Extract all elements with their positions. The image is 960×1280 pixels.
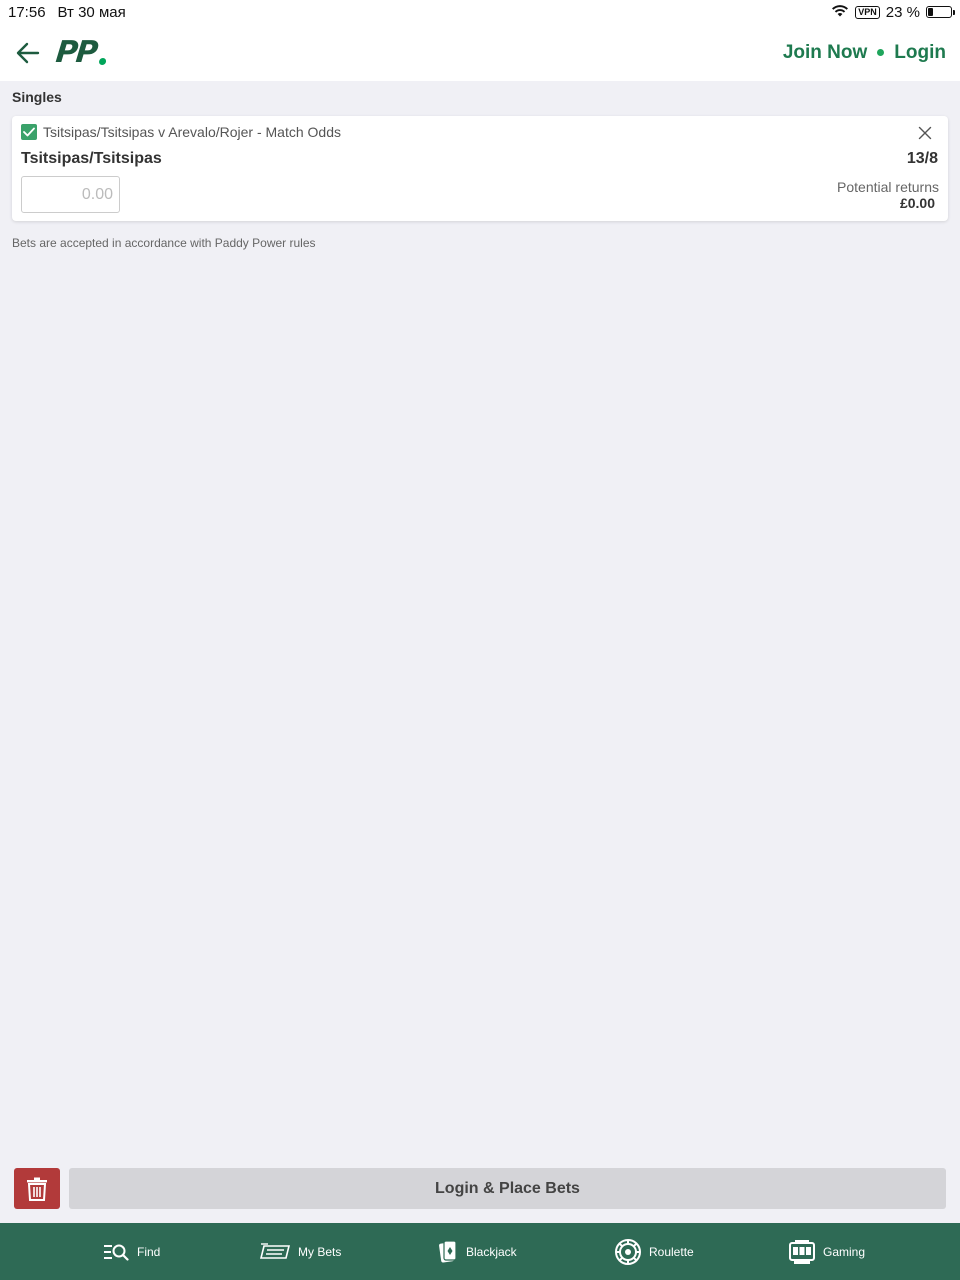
status-date: Вт 30 мая [57, 3, 126, 21]
app-header: PP Join Now Login [0, 24, 960, 81]
battery-icon [926, 6, 955, 18]
remove-bet-button[interactable] [918, 126, 932, 140]
arrow-left-icon [16, 42, 40, 63]
find-icon [104, 1244, 129, 1261]
event-name: Tsitsipas/Tsitsipas v Arevalo/Rojer - Ma… [43, 124, 341, 140]
separator-dot [877, 49, 885, 56]
check-icon [23, 127, 35, 137]
odds-value: 13/8 [906, 150, 938, 167]
paddy-power-logo[interactable]: PP [54, 35, 109, 70]
nav-item-find[interactable]: Find [103, 1243, 260, 1261]
nav-label: My Bets [298, 1244, 342, 1259]
status-time: 17:56 [8, 3, 46, 21]
nav-label: Roulette [649, 1244, 694, 1259]
nav-item-blackjack[interactable]: Blackjack [438, 1239, 615, 1264]
section-title: Singles [12, 89, 62, 105]
potential-returns-label: Potential returns [837, 179, 939, 195]
roulette-icon [615, 1238, 641, 1265]
nav-item-gaming[interactable]: Gaming [789, 1239, 865, 1265]
my-bets-icon [260, 1242, 290, 1259]
nav-item-my-bets[interactable]: My Bets [260, 1242, 438, 1261]
stake-input[interactable] [21, 176, 120, 213]
potential-returns-value: £0.00 [899, 195, 935, 211]
wifi-icon [831, 4, 849, 21]
login-place-bets-button[interactable]: Login & Place Bets [69, 1168, 946, 1209]
gaming-icon [789, 1239, 815, 1264]
vpn-badge: VPN [855, 5, 880, 19]
trash-icon [27, 1177, 47, 1201]
blackjack-icon [439, 1239, 457, 1262]
bet-checkbox[interactable] [21, 124, 37, 140]
login-link[interactable]: Login [894, 42, 946, 64]
join-now-link[interactable]: Join Now [783, 42, 867, 64]
delete-bets-button[interactable] [14, 1168, 60, 1209]
bottom-nav: Find My Bets Blackjack Roulette Gaming [0, 1223, 960, 1280]
logo-dot [98, 58, 107, 65]
battery-percent: 23 % [885, 3, 920, 21]
close-icon [918, 126, 932, 140]
rules-note: Bets are accepted in accordance with Pad… [12, 236, 316, 250]
nav-item-roulette[interactable]: Roulette [615, 1238, 789, 1265]
selection-name: Tsitsipas/Tsitsipas [21, 150, 162, 167]
nav-label: Find [137, 1244, 161, 1259]
nav-label: Gaming [823, 1244, 866, 1259]
logo-text: PP [54, 35, 98, 70]
nav-label: Blackjack [466, 1244, 517, 1259]
bet-card: Tsitsipas/Tsitsipas v Arevalo/Rojer - Ma… [12, 116, 948, 221]
back-button[interactable] [14, 39, 42, 67]
status-bar: 17:56 Вт 30 мая VPN 23 % [0, 0, 960, 24]
